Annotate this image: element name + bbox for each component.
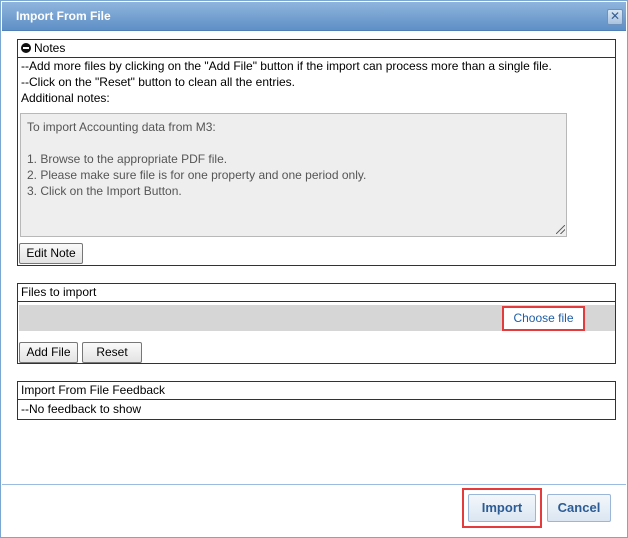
note-line-reset: --Click on the "Reset" button to clean a…	[21, 75, 295, 89]
footer-divider	[2, 484, 626, 485]
resize-grip-icon[interactable]	[556, 225, 565, 234]
import-dialog: Import From File ✕ Notes --Add more file…	[0, 0, 628, 538]
files-header: Files to import	[18, 284, 615, 302]
close-icon[interactable]: ✕	[607, 9, 623, 25]
edit-note-button[interactable]: Edit Note	[19, 243, 83, 264]
add-file-button[interactable]: Add File	[19, 342, 78, 363]
choose-file-button[interactable]: Choose file	[502, 306, 585, 331]
import-highlight: Import	[462, 488, 542, 528]
feedback-message: --No feedback to show	[21, 402, 142, 416]
additional-notes-textarea[interactable]: To import Accounting data from M3: 1. Br…	[20, 113, 567, 237]
dialog-title: Import From File	[16, 9, 111, 23]
feedback-panel: Import From File Feedback --No feedback …	[17, 381, 616, 420]
reset-button[interactable]: Reset	[82, 342, 142, 363]
dialog-titlebar: Import From File ✕	[2, 2, 626, 31]
notes-header[interactable]: Notes	[18, 40, 615, 58]
note-line-add-file: --Add more files by clicking on the "Add…	[21, 59, 552, 73]
cancel-button[interactable]: Cancel	[547, 494, 611, 522]
notes-header-label: Notes	[34, 41, 66, 55]
files-panel: Files to import Choose file Add File Res…	[17, 283, 616, 364]
collapse-icon[interactable]	[21, 43, 31, 53]
notes-panel: Notes --Add more files by clicking on th…	[17, 39, 616, 266]
note-line-additional: Additional notes:	[21, 91, 110, 105]
feedback-header: Import From File Feedback	[18, 382, 615, 400]
import-button[interactable]: Import	[468, 494, 536, 522]
